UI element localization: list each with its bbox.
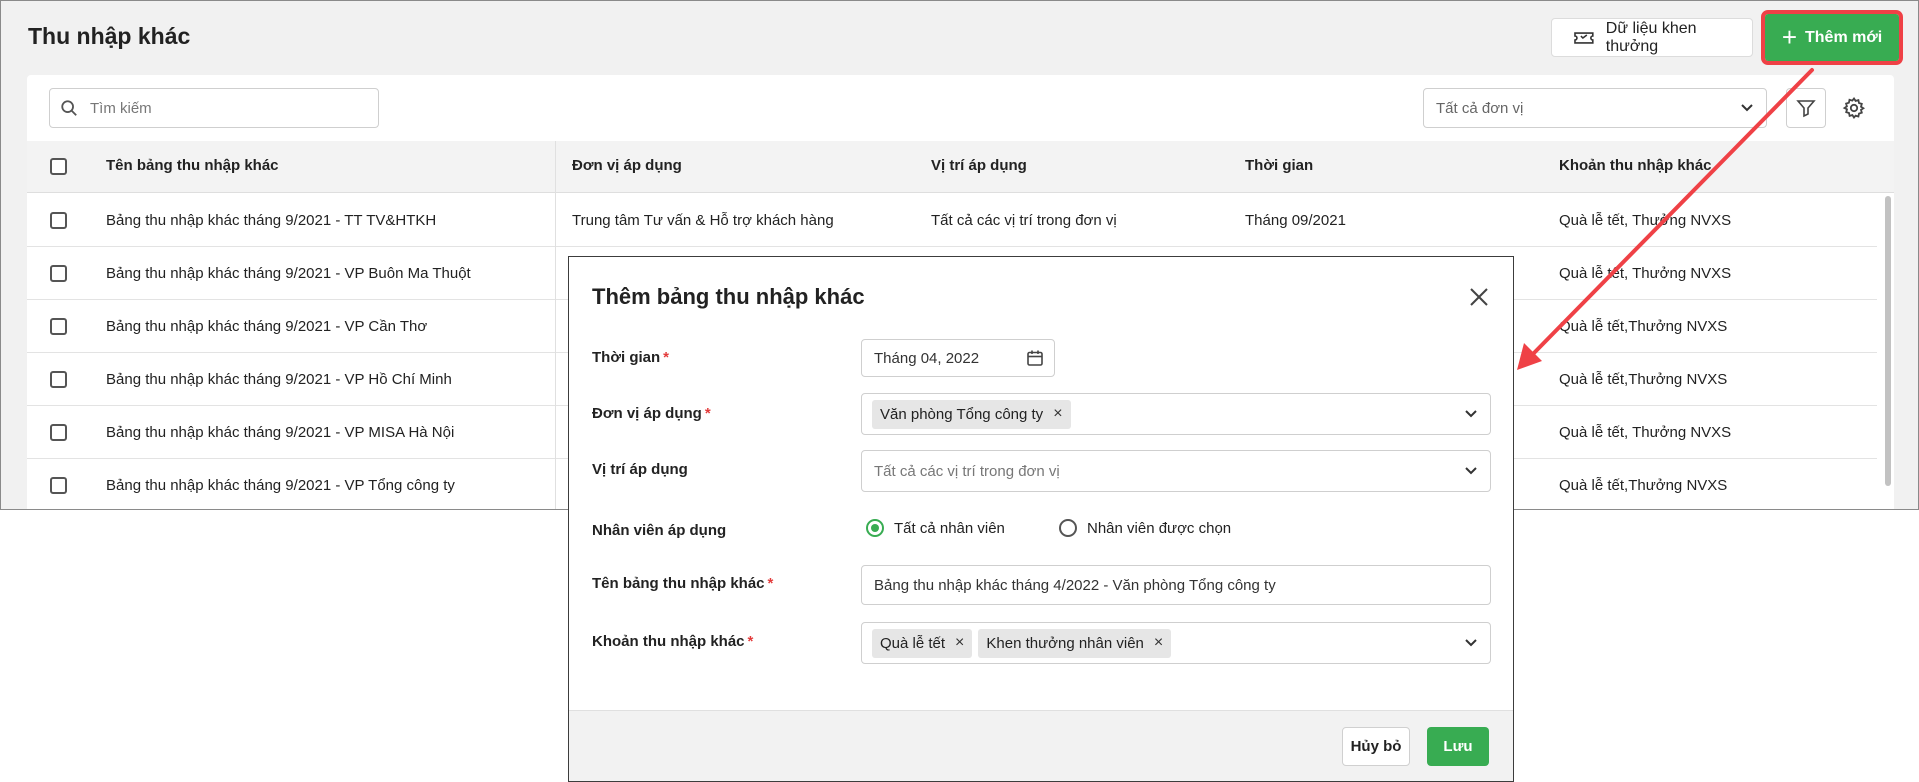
filter-icon [1796,100,1816,118]
position-label: Vị trí áp dụng [592,461,688,478]
search-icon [61,100,77,116]
column-header-position: Vị trí áp dụng [931,157,1027,174]
required-mark: * [767,575,774,592]
row-items: Quà lễ tết, Thưởng NVXS [1559,265,1732,282]
row-items: Quà lễ tết,Thưởng NVXS [1559,477,1728,494]
ticket-icon [1574,31,1594,44]
table-header: Tên bảng thu nhập khác Đơn vị áp dụng Vị… [27,141,1894,193]
add-income-table-dialog: Thêm bảng thu nhập khác Thời gian * Tháng… [568,256,1514,782]
gear-icon [1842,96,1866,119]
select-all-checkbox[interactable] [50,158,67,175]
add-new-label: Thêm mới [1805,28,1883,46]
time-value: Tháng 04, 2022 [874,349,980,367]
save-button[interactable]: Lưu [1427,727,1489,766]
row-items: Quà lễ tết, Thưởng NVXS [1559,212,1732,229]
chip-remove-icon[interactable]: × [1053,405,1062,423]
dialog-footer: Hủy bỏ Lưu [569,710,1513,781]
row-items: Quà lễ tết,Thưởng NVXS [1559,318,1728,335]
row-name: Bảng thu nhập khác tháng 9/2021 - TT TV&… [106,212,437,229]
name-value: Bảng thu nhập khác tháng 4/2022 - Văn ph… [874,576,1276,594]
table-scrollbar[interactable] [1885,196,1891,486]
row-checkbox[interactable] [50,212,67,229]
radio-selected-label: Nhân viên được chọn [1087,519,1232,537]
chevron-down-icon [1741,104,1753,112]
name-input[interactable]: Bảng thu nhập khác tháng 4/2022 - Văn ph… [861,565,1491,605]
position-placeholder: Tất cả các vị trí trong đơn vị [874,462,1060,480]
row-name: Bảng thu nhập khác tháng 9/2021 - VP Tổn… [106,477,455,494]
item-chip: Khen thưởng nhân viên × [978,628,1172,658]
filter-button[interactable] [1786,88,1826,128]
unit-label: Đơn vị áp dụng * [592,405,711,422]
close-button[interactable] [1465,283,1493,311]
row-name: Bảng thu nhập khác tháng 9/2021 - VP Cần… [106,318,428,335]
chevron-down-icon [1465,467,1477,475]
row-checkbox[interactable] [50,371,67,388]
row-checkbox[interactable] [50,265,67,282]
page-title: Thu nhập khác [28,23,191,49]
column-header-unit: Đơn vị áp dụng [572,157,682,174]
add-new-button[interactable]: + Thêm mới [1761,10,1903,65]
calendar-icon [1027,350,1043,366]
chip-remove-icon[interactable]: × [1154,634,1163,652]
row-position: Tất cả các vị trí trong đơn vị [931,212,1117,229]
item-chip: Quà lễ tết × [872,628,973,658]
time-picker[interactable]: Tháng 04, 2022 [861,339,1055,377]
column-header-items: Khoản thu nhập khác [1559,157,1712,174]
name-label: Tên bảng thu nhập khác * [592,575,774,592]
search-box[interactable] [49,88,379,128]
row-checkbox[interactable] [50,477,67,494]
row-items: Quà lễ tết,Thưởng NVXS [1559,371,1728,388]
items-multiselect[interactable]: Quà lễ tết × Khen thưởng nhân viên × [861,622,1491,664]
reward-data-button[interactable]: Dữ liệu khen thưởng [1551,18,1753,57]
items-label: Khoản thu nhập khác * [592,633,754,650]
unit-chip: Văn phòng Tổng công ty × [872,399,1071,429]
radio-all-label: Tất cả nhân viên [894,519,1005,537]
column-header-time: Thời gian [1245,157,1314,174]
chip-remove-icon[interactable]: × [955,634,964,652]
position-select[interactable]: Tất cả các vị trí trong đơn vị [861,450,1491,492]
radio-selected-employees[interactable]: Nhân viên được chọn [1059,519,1231,537]
dialog-title: Thêm bảng thu nhập khác [592,284,865,309]
radio-selected-icon [866,519,884,537]
settings-button[interactable] [1839,93,1869,123]
row-checkbox[interactable] [50,318,67,335]
row-time: Tháng 09/2021 [1245,212,1346,229]
chevron-down-icon [1465,410,1477,418]
time-label: Thời gian * [592,349,670,366]
row-name: Bảng thu nhập khác tháng 9/2021 - VP MIS… [106,424,455,441]
column-divider [555,141,556,509]
reward-data-label: Dữ liệu khen thưởng [1605,19,1697,55]
required-mark: * [704,405,711,422]
chevron-down-icon [1465,639,1477,647]
search-input[interactable] [88,98,348,118]
required-mark: * [747,633,754,650]
unit-filter-select[interactable]: Tất cả đơn vị [1423,88,1767,128]
unit-filter-value: Tất cả đơn vị [1436,99,1524,117]
table-row[interactable]: Bảng thu nhập khác tháng 9/2021 - TT TV&… [27,194,1877,247]
radio-unselected-icon [1059,519,1077,537]
row-name: Bảng thu nhập khác tháng 9/2021 - VP Hồ … [106,371,452,388]
employee-label: Nhân viên áp dụng [592,522,727,539]
plus-icon: + [1781,21,1797,52]
unit-multiselect[interactable]: Văn phòng Tổng công ty × [861,393,1491,435]
cancel-button[interactable]: Hủy bỏ [1342,727,1410,766]
row-checkbox[interactable] [50,424,67,441]
required-mark: * [663,349,670,366]
close-icon [1470,288,1488,306]
row-items: Quà lễ tết, Thưởng NVXS [1559,424,1732,441]
column-header-name: Tên bảng thu nhập khác [106,157,279,174]
radio-all-employees[interactable]: Tất cả nhân viên [866,519,1005,537]
row-name: Bảng thu nhập khác tháng 9/2021 - VP Buô… [106,265,471,282]
row-unit: Trung tâm Tư vấn & Hỗ trợ khách hàng [572,212,834,229]
